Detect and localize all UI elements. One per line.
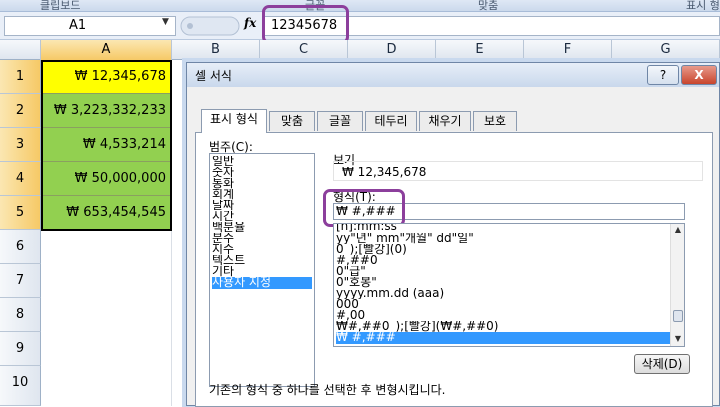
category-item[interactable]: 기타: [212, 266, 312, 277]
help-button[interactable]: ?: [647, 65, 679, 85]
row-header-6[interactable]: 6: [0, 230, 41, 264]
category-item[interactable]: 날짜: [212, 200, 312, 211]
tab-number[interactable]: 표시 형식: [201, 109, 267, 133]
format-item[interactable]: yy"년" mm"개월" dd"일": [336, 233, 670, 244]
format-cells-dialog: 셀 서식 ? X 표시 형식 맞춤 글꼴 테두리 채우기 보호 범주(C): 일…: [186, 62, 720, 407]
formula-highlight-annotation: [262, 5, 349, 44]
column-a-empty-cells[interactable]: [41, 231, 172, 406]
category-item[interactable]: 일반: [212, 156, 312, 167]
name-box-dropdown-icon[interactable]: ▼: [162, 17, 169, 27]
column-header-e[interactable]: E: [436, 40, 524, 60]
delete-button[interactable]: 삭제(D): [634, 354, 690, 374]
format-item[interactable]: 0_);[빨강](0): [336, 244, 670, 255]
format-item[interactable]: #,00: [336, 310, 670, 321]
format-list[interactable]: [h]:mm:ss yy"년" mm"개월" dd"일" 0_);[빨강](0)…: [333, 223, 685, 347]
row-header-3[interactable]: 3: [0, 128, 41, 162]
format-item[interactable]: yyyy.mm.dd (aaa): [336, 288, 670, 299]
tab-fill[interactable]: 채우기: [419, 111, 471, 131]
format-item[interactable]: [h]:mm:ss: [336, 224, 670, 232]
category-list[interactable]: 일반 숫자 통화 회계 날짜 시간 백분율 분수 지수 텍스트 기타 사용자 지…: [209, 153, 315, 387]
sample-preview: ₩ 12,345,678: [333, 161, 703, 181]
tab-border[interactable]: 테두리: [365, 111, 417, 131]
format-item[interactable]: 0"급": [336, 266, 670, 277]
select-all-corner[interactable]: [0, 40, 41, 60]
format-item[interactable]: 0"호봉": [336, 277, 670, 288]
category-item-selected[interactable]: 사용자 지정: [212, 277, 312, 289]
type-highlight-annotation: [323, 189, 405, 227]
column-header-c[interactable]: C: [260, 40, 348, 60]
column-header-f[interactable]: F: [524, 40, 612, 60]
scroll-thumb[interactable]: [673, 310, 683, 322]
row-header-9[interactable]: 9: [0, 332, 41, 366]
format-item[interactable]: ₩#,##0_);[빨강](₩#,##0): [336, 321, 670, 332]
tab-protection[interactable]: 보호: [473, 111, 517, 131]
dialog-title: 셀 서식: [195, 69, 232, 83]
row-header-1[interactable]: 1: [0, 60, 41, 94]
category-item[interactable]: 시간: [212, 211, 312, 222]
row-header-5[interactable]: 5: [0, 196, 41, 230]
insert-function-icon[interactable]: fx: [244, 16, 256, 30]
dialog-title-bar[interactable]: 셀 서식 ? X: [187, 63, 719, 87]
column-header-a[interactable]: A: [41, 40, 172, 60]
column-header-d[interactable]: D: [348, 40, 436, 60]
ribbon-strip: 클립보드 글꼴 맞춤 표시 형식: [0, 0, 720, 28]
row-header-10[interactable]: 10: [0, 366, 41, 406]
category-item[interactable]: 지수: [212, 244, 312, 255]
tab-font[interactable]: 글꼴: [317, 111, 363, 131]
category-item[interactable]: 통화: [212, 178, 312, 189]
close-button[interactable]: X: [681, 65, 717, 85]
category-item[interactable]: 백분율: [212, 222, 312, 233]
category-item[interactable]: 분수: [212, 233, 312, 244]
category-item[interactable]: 숫자: [212, 167, 312, 178]
row-header-7[interactable]: 7: [0, 264, 41, 298]
format-item[interactable]: 000: [336, 299, 670, 310]
row-header-2[interactable]: 2: [0, 94, 41, 128]
column-header-g[interactable]: G: [612, 40, 720, 60]
description-text: 기존의 형식 중 하나를 선택한 후 변형시킵니다.: [209, 383, 446, 397]
format-item[interactable]: #,##0_: [336, 255, 670, 266]
row-header-4[interactable]: 4: [0, 162, 41, 196]
format-item-selected[interactable]: ₩ #,###: [336, 332, 670, 344]
scroll-up-icon[interactable]: ▲: [673, 225, 683, 234]
format-list-scrollbar[interactable]: ▲ ▼: [670, 224, 684, 346]
tab-alignment[interactable]: 맞춤: [269, 111, 315, 131]
column-header-b[interactable]: B: [172, 40, 260, 60]
name-box[interactable]: A1: [4, 16, 176, 36]
selection-outline: [41, 60, 172, 231]
scroll-down-icon[interactable]: ▼: [673, 334, 683, 343]
category-item[interactable]: 회계: [212, 189, 312, 200]
row-header-8[interactable]: 8: [0, 298, 41, 332]
category-item[interactable]: 텍스트: [212, 255, 312, 266]
